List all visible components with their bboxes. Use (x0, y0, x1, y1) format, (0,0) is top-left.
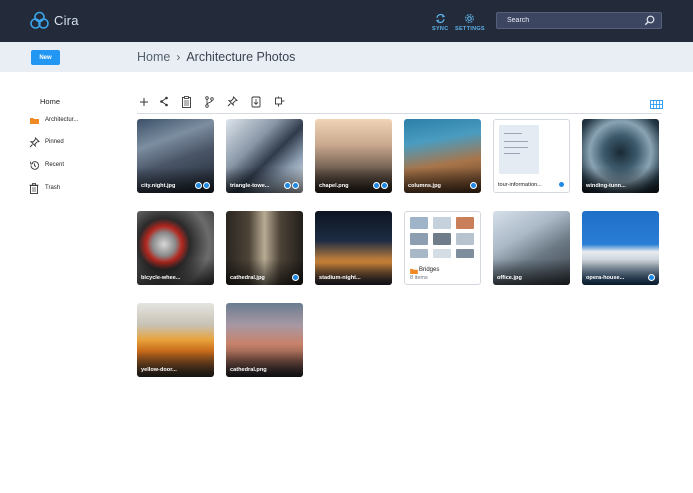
link-badge-icon (292, 182, 299, 189)
app-window: Cira SYNC SETTINGS Search New Home › Arc… (0, 0, 693, 493)
file-card[interactable]: city.night.jpg (137, 119, 214, 193)
file-card[interactable]: columns.jpg (404, 119, 481, 193)
app-name: Cira (54, 13, 79, 28)
file-card[interactable]: opera-house... (582, 211, 659, 285)
grid-view-icon[interactable] (650, 96, 663, 114)
link-badge-icon (381, 182, 388, 189)
sidebar-item-pinned[interactable]: Pinned (28, 136, 64, 148)
file-badges (284, 182, 299, 189)
search-icon[interactable] (644, 15, 655, 26)
sync-icon (435, 14, 445, 23)
sidebar-item-label: Trash (45, 185, 61, 191)
file-card[interactable]: winding-tunn... (582, 119, 659, 193)
sync-button[interactable]: SYNC (432, 13, 448, 32)
file-name: tour-information... (498, 182, 542, 188)
crop-icon[interactable] (272, 95, 285, 108)
history-icon (28, 159, 40, 171)
breadcrumb-current: Architecture Photos (186, 50, 296, 64)
sidebar-item-recent[interactable]: Recent (28, 159, 64, 171)
file-card[interactable]: office.jpg (493, 211, 570, 285)
file-card[interactable]: bicycle-whee... (137, 211, 214, 285)
file-card[interactable]: triangle-towe... (226, 119, 303, 193)
file-badges (470, 182, 477, 189)
file-name: cathedral.png (230, 367, 267, 373)
logo-icon (30, 11, 49, 29)
info-badge-icon (284, 182, 291, 189)
trash-icon (28, 182, 40, 194)
share-icon[interactable] (157, 95, 170, 108)
file-card[interactable]: cathedral.png (226, 303, 303, 377)
file-name: office.jpg (497, 275, 522, 281)
pin-icon (28, 136, 40, 148)
breadcrumb-home[interactable]: Home (137, 50, 170, 64)
toolbar-divider (137, 113, 662, 114)
clipboard-icon[interactable] (180, 95, 193, 108)
file-name: yellow-door... (141, 367, 177, 373)
sidebar-item-label: Pinned (45, 139, 64, 145)
new-button[interactable]: New (31, 50, 60, 65)
folder-icon (410, 268, 418, 274)
sidebar-item-trash[interactable]: Trash (28, 182, 60, 194)
settings-label: SETTINGS (455, 26, 485, 32)
sub-header (0, 42, 693, 72)
settings-button[interactable]: SETTINGS (455, 13, 485, 32)
branch-icon[interactable] (203, 95, 216, 108)
app-logo[interactable]: Cira (30, 11, 79, 30)
file-card[interactable]: tour-information... (493, 119, 570, 193)
file-name: cathedral.jpg (230, 275, 265, 281)
file-name: chapel.png (319, 183, 349, 189)
folder-card[interactable]: Bridges 8 items (404, 211, 481, 285)
document-preview (499, 125, 539, 174)
breadcrumb: Home › Architecture Photos (137, 50, 295, 64)
file-name: city.night.jpg (141, 183, 176, 189)
folder-name: Bridges (419, 267, 440, 273)
top-bar: Cira SYNC SETTINGS (0, 0, 693, 42)
file-badges (195, 182, 210, 189)
file-badges (292, 274, 299, 281)
file-name: bicycle-whee... (141, 275, 181, 281)
pin-icon[interactable] (226, 95, 239, 108)
folder-icon (28, 114, 40, 126)
sidebar-item-architecture[interactable]: Architectur... (28, 114, 78, 126)
link-badge-icon (470, 182, 477, 189)
download-icon[interactable] (249, 95, 262, 108)
sidebar-home[interactable]: Home (40, 97, 60, 106)
sync-label: SYNC (432, 26, 449, 32)
file-name: triangle-towe... (230, 183, 270, 189)
file-card[interactable]: stadium-night... (315, 211, 392, 285)
breadcrumb-separator: › (176, 50, 181, 64)
file-badges (373, 182, 388, 189)
sidebar-item-label: Architectur... (45, 117, 79, 123)
file-card[interactable]: cathedral.jpg (226, 211, 303, 285)
file-name: stadium-night... (319, 275, 361, 281)
file-name: winding-tunn... (586, 183, 626, 189)
link-badge-icon (203, 182, 210, 189)
folder-item-count: 8 items (410, 275, 428, 281)
info-badge-icon (292, 274, 299, 281)
file-card[interactable]: chapel.png (315, 119, 392, 193)
info-badge-icon (373, 182, 380, 189)
info-badge-icon (558, 181, 565, 188)
search-input[interactable] (497, 13, 637, 28)
gear-icon (465, 14, 475, 23)
file-badges (558, 181, 565, 188)
file-badges (648, 274, 655, 281)
file-name: columns.jpg (408, 183, 441, 189)
add-icon[interactable] (137, 95, 150, 108)
file-card[interactable]: yellow-door... (137, 303, 214, 377)
info-badge-icon (648, 274, 655, 281)
file-name: opera-house... (586, 275, 625, 281)
info-badge-icon (195, 182, 202, 189)
sidebar-item-label: Recent (45, 162, 65, 168)
search-box (496, 12, 662, 29)
